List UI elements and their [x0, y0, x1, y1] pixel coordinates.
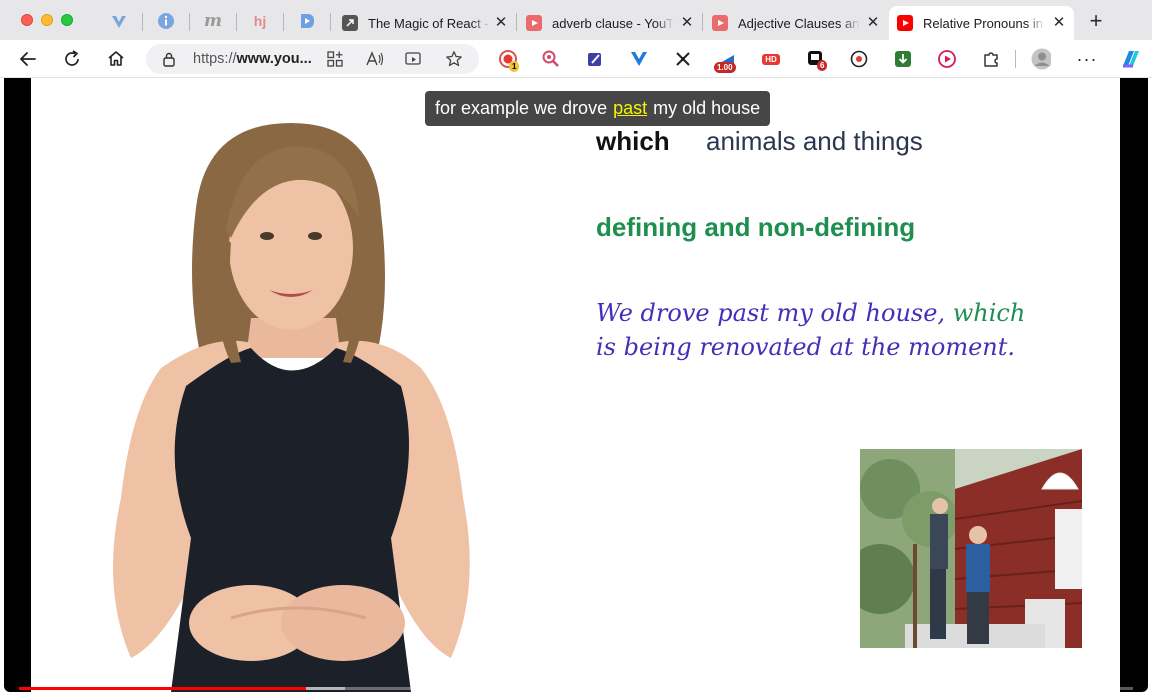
youtube-icon	[526, 15, 542, 31]
close-window-button[interactable]	[21, 14, 33, 26]
home-button[interactable]	[105, 48, 127, 70]
tab-title: Relative Pronouns in	[923, 15, 1043, 31]
app-grid-icon[interactable]	[326, 50, 344, 73]
address-bar[interactable]: https://www.you...	[146, 44, 479, 74]
pen-extension-icon[interactable]	[585, 49, 605, 69]
download-extension-icon[interactable]	[893, 49, 913, 69]
external-link-icon	[342, 15, 358, 31]
tab-relative-pronouns[interactable]: Relative Pronouns in ✕	[889, 6, 1074, 40]
presenter-image	[113, 123, 470, 692]
m-letter-icon[interactable]: m	[204, 11, 222, 31]
d-arrow-icon[interactable]	[298, 12, 316, 30]
caption-highlight: past	[613, 98, 648, 118]
puzzle-extensions-icon[interactable]	[981, 49, 1001, 69]
search-extension-icon[interactable]	[541, 49, 561, 69]
picture-in-picture-icon[interactable]	[404, 50, 422, 73]
tab-title: adverb clause - YouTube	[552, 15, 674, 31]
copilot-icon[interactable]	[1119, 49, 1143, 69]
tab-adverb-clause[interactable]: adverb clause - YouTube ✕	[518, 6, 702, 40]
close-tab-icon[interactable]: ✕	[678, 14, 696, 32]
url-text[interactable]: https://www.you...	[193, 51, 312, 67]
video-frame[interactable]: for example we drove past my old house whi…	[31, 78, 1120, 692]
shuffle-extension-icon[interactable]	[673, 49, 693, 69]
caption-text: for example we drove	[435, 98, 608, 118]
profile-avatar-icon[interactable]	[1031, 48, 1051, 70]
speed-badge: 1.00	[714, 62, 736, 73]
slide-animals-text: animals and things	[706, 126, 923, 156]
toolbar: https://www.you... 1 1.00 HD 6 ···	[0, 40, 1152, 78]
more-menu-icon[interactable]: ···	[1077, 49, 1097, 69]
vivaldi-icon[interactable]	[110, 12, 128, 30]
tab-magic-of-react[interactable]: The Magic of React - ✕	[334, 6, 516, 40]
youtube-icon	[712, 15, 728, 31]
minimize-window-button[interactable]	[41, 14, 53, 26]
camera-extension-icon[interactable]	[849, 49, 869, 69]
back-button[interactable]	[17, 48, 39, 70]
zoom-window-button[interactable]	[61, 14, 73, 26]
sentence-part: is being renovated at the moment.	[596, 333, 1016, 361]
extension-badge: 6	[817, 60, 828, 71]
hj-icon[interactable]: hj	[251, 12, 269, 30]
close-tab-icon[interactable]: ✕	[1050, 14, 1068, 32]
close-tab-icon[interactable]: ✕	[864, 14, 882, 32]
play-extension-icon[interactable]	[937, 49, 957, 69]
sentence-part: We drove past my old house,	[596, 299, 946, 327]
video-progress-bar[interactable]	[19, 687, 1133, 690]
sentence-which: which	[952, 299, 1026, 327]
slide-which-word: which	[596, 126, 670, 156]
caption-text: my old house	[653, 98, 761, 118]
progress-played	[19, 687, 307, 690]
reload-button[interactable]	[61, 48, 83, 70]
counter-extension-icon[interactable]: 6	[806, 49, 828, 71]
progress-buffered	[306, 687, 346, 690]
tab-title: Adjective Clauses and	[738, 15, 860, 31]
record-extension-icon[interactable]: 1	[498, 49, 520, 72]
new-tab-button[interactable]: +	[1086, 10, 1106, 32]
tab-strip: m hj The Magic of React - ✕ adverb claus…	[0, 0, 1152, 42]
info-icon[interactable]	[157, 12, 175, 30]
slide-defining-heading: defining and non-defining	[596, 212, 916, 242]
speed-extension-icon[interactable]: 1.00	[714, 49, 740, 73]
youtube-icon	[897, 15, 913, 31]
close-tab-icon[interactable]: ✕	[492, 14, 510, 32]
tab-title: The Magic of React -	[368, 15, 489, 31]
y-extension-icon[interactable]	[629, 49, 649, 69]
video-caption: for example we drove past my old house	[425, 91, 771, 126]
extension-badge: 1	[509, 61, 520, 72]
favorite-star-icon[interactable]	[445, 50, 463, 73]
hd-label: HD	[762, 53, 780, 65]
hd-extension-icon[interactable]: HD	[761, 49, 781, 69]
video-player[interactable]: for example we drove past my old house whi…	[4, 78, 1148, 692]
house-photo	[860, 449, 1082, 648]
slide-example-sentence: We drove past my old house, which is bei…	[596, 296, 1036, 364]
lock-icon[interactable]	[162, 51, 176, 72]
tab-adjective-clauses[interactable]: Adjective Clauses and ✕	[704, 6, 888, 40]
read-aloud-icon[interactable]	[365, 50, 385, 73]
